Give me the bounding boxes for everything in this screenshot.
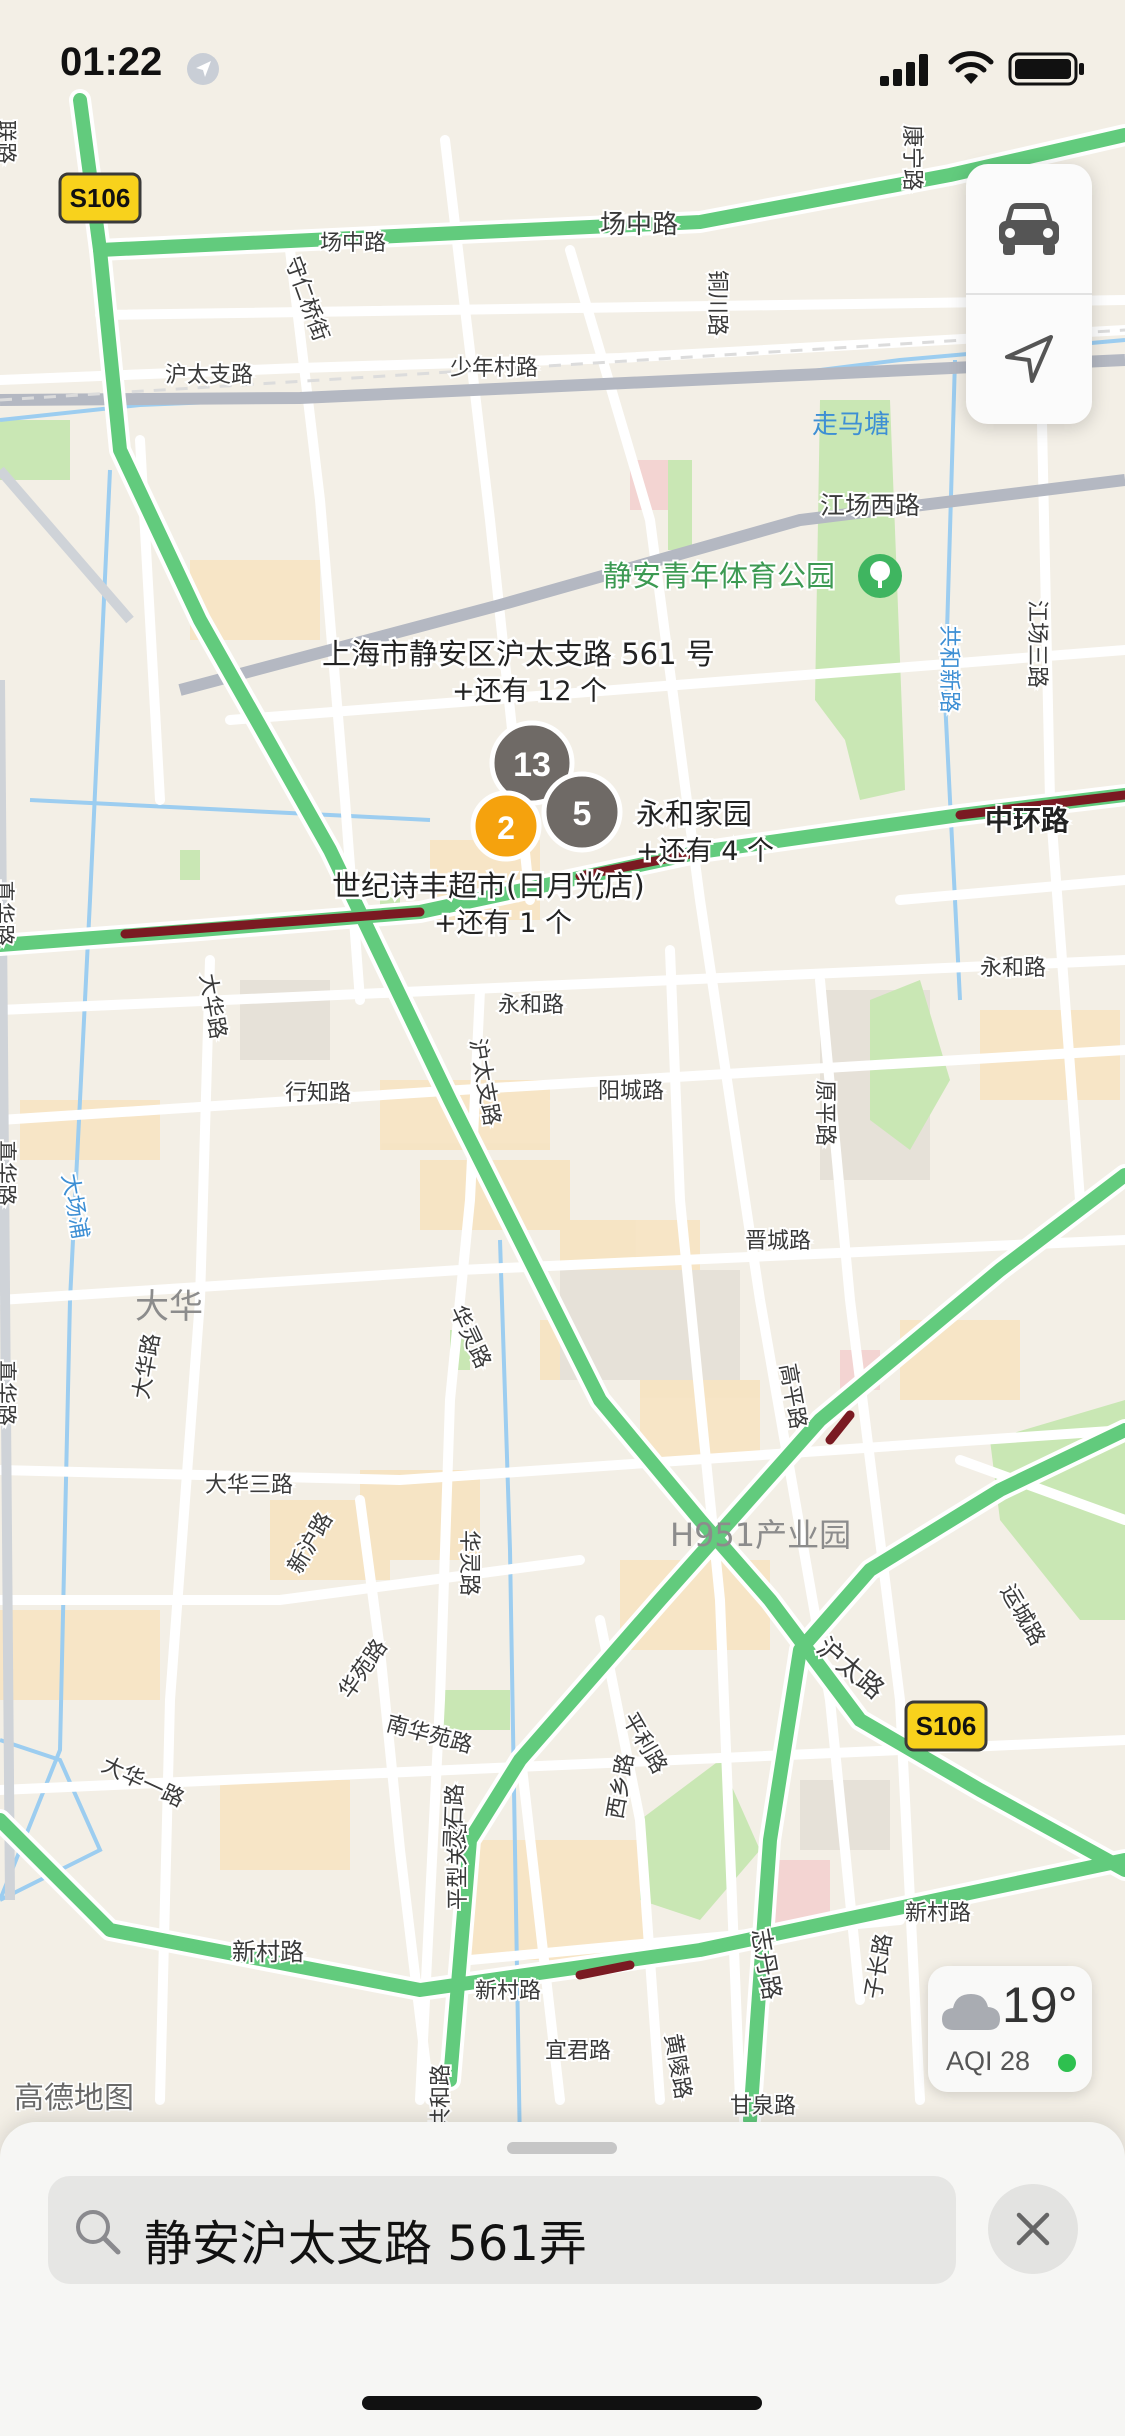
road-label: 真华路 — [0, 1140, 17, 1206]
callout-title[interactable]: 世纪诗丰超市(日月光店) — [330, 867, 648, 906]
road-label: 原平路 — [812, 1080, 837, 1146]
search-sheet: 静安沪太支路 561弄 — [0, 2122, 1125, 2436]
road-label: 场中路 — [600, 210, 678, 240]
cluster-count: 2 — [497, 810, 515, 846]
road-label: 新村路 — [232, 1938, 304, 1966]
road-label: 共和新路 — [936, 625, 961, 713]
weather-temperature: 19° — [1002, 1977, 1078, 2033]
road-label: 晋城路 — [745, 1229, 811, 1254]
road-label: 真华路 — [0, 880, 15, 946]
callout-title[interactable]: 上海市静安区沪太支路 561 号 — [320, 635, 718, 674]
weather-widget[interactable]: 19° AQI 28 — [928, 1966, 1092, 2092]
status-time: 01:22 — [60, 40, 163, 84]
cluster-count: 13 — [513, 746, 551, 784]
callout-more[interactable]: +还有 1 个 — [432, 906, 575, 942]
shield-label: S106 — [916, 1711, 977, 1741]
status-bar: 01:22 — [0, 0, 1125, 140]
road-label: 共和路 — [429, 2064, 454, 2130]
cluster-pin-5[interactable]: 5 — [541, 771, 623, 853]
road-label: 阳城路 — [598, 1079, 664, 1104]
search-field[interactable]: 静安沪太支路 561弄 — [48, 2176, 956, 2284]
map-controls — [966, 164, 1092, 424]
shield-label: S106 — [70, 183, 131, 213]
cluster-pin-2[interactable]: 2 — [470, 790, 542, 862]
cloud-icon — [942, 1994, 1000, 2030]
shield-s106-b: S106 — [904, 1700, 988, 1752]
search-icon — [76, 2210, 121, 2255]
map-attribution-logo: 高德地图 — [14, 2081, 134, 2116]
cellular-signal-icon — [880, 54, 928, 86]
callout-title[interactable]: 永和家园 — [634, 795, 755, 834]
car-icon — [999, 203, 1059, 255]
road-label: 江场三路 — [1024, 600, 1049, 688]
road-label: 真华路 — [0, 1360, 17, 1426]
clear-search-button[interactable] — [988, 2184, 1078, 2274]
tree-icon — [858, 554, 902, 598]
location-active-icon — [187, 53, 219, 85]
road-label: 场中路 — [320, 231, 386, 256]
cluster-count: 5 — [573, 795, 592, 833]
callout-more[interactable]: +还有 4 个 — [634, 834, 777, 870]
road-label: 新村路 — [905, 1901, 971, 1926]
location-arrow-icon — [1005, 335, 1053, 383]
battery-icon — [1008, 52, 1084, 86]
road-label: 江场西路 — [820, 491, 920, 520]
close-icon — [1016, 2212, 1050, 2246]
road-label: 华灵路 — [456, 1530, 481, 1596]
road-label: 行知路 — [285, 1081, 351, 1106]
search-query-text[interactable]: 静安沪太支路 561弄 — [144, 2204, 587, 2274]
park-poi-label: 静安青年体育公园 — [603, 559, 835, 593]
callout-more[interactable]: +还有 12 个 — [450, 674, 610, 710]
area-label: 大华 — [135, 1287, 203, 1327]
current-location-button[interactable] — [966, 294, 1092, 424]
air-quality-index: AQI 28 — [946, 2046, 1031, 2076]
road-label: 沪太支路 — [165, 363, 253, 388]
area-label: H951产业园 — [670, 1516, 851, 1554]
road-label: 灵石路 — [441, 1783, 468, 1850]
road-label: 大华三路 — [205, 1473, 293, 1498]
road-label: 甘泉路 — [730, 2094, 796, 2119]
sheet-grabber[interactable] — [507, 2142, 617, 2154]
road-label: 少年村路 — [450, 356, 538, 381]
road-label: 永和路 — [980, 956, 1046, 981]
road-label: 中环路 — [985, 804, 1070, 837]
wifi-icon — [948, 51, 994, 84]
road-label: 永和路 — [498, 993, 564, 1018]
home-indicator[interactable] — [362, 2396, 762, 2410]
driving-mode-button[interactable] — [966, 164, 1092, 294]
water-label: 走马塘 — [812, 410, 890, 440]
shield-s106-a: S106 — [58, 172, 142, 224]
road-label: 宜君路 — [545, 2039, 611, 2064]
road-label: 新村路 — [475, 1979, 541, 2004]
road-label: 铜川路 — [704, 270, 729, 336]
aqi-status-dot — [1058, 2054, 1076, 2072]
